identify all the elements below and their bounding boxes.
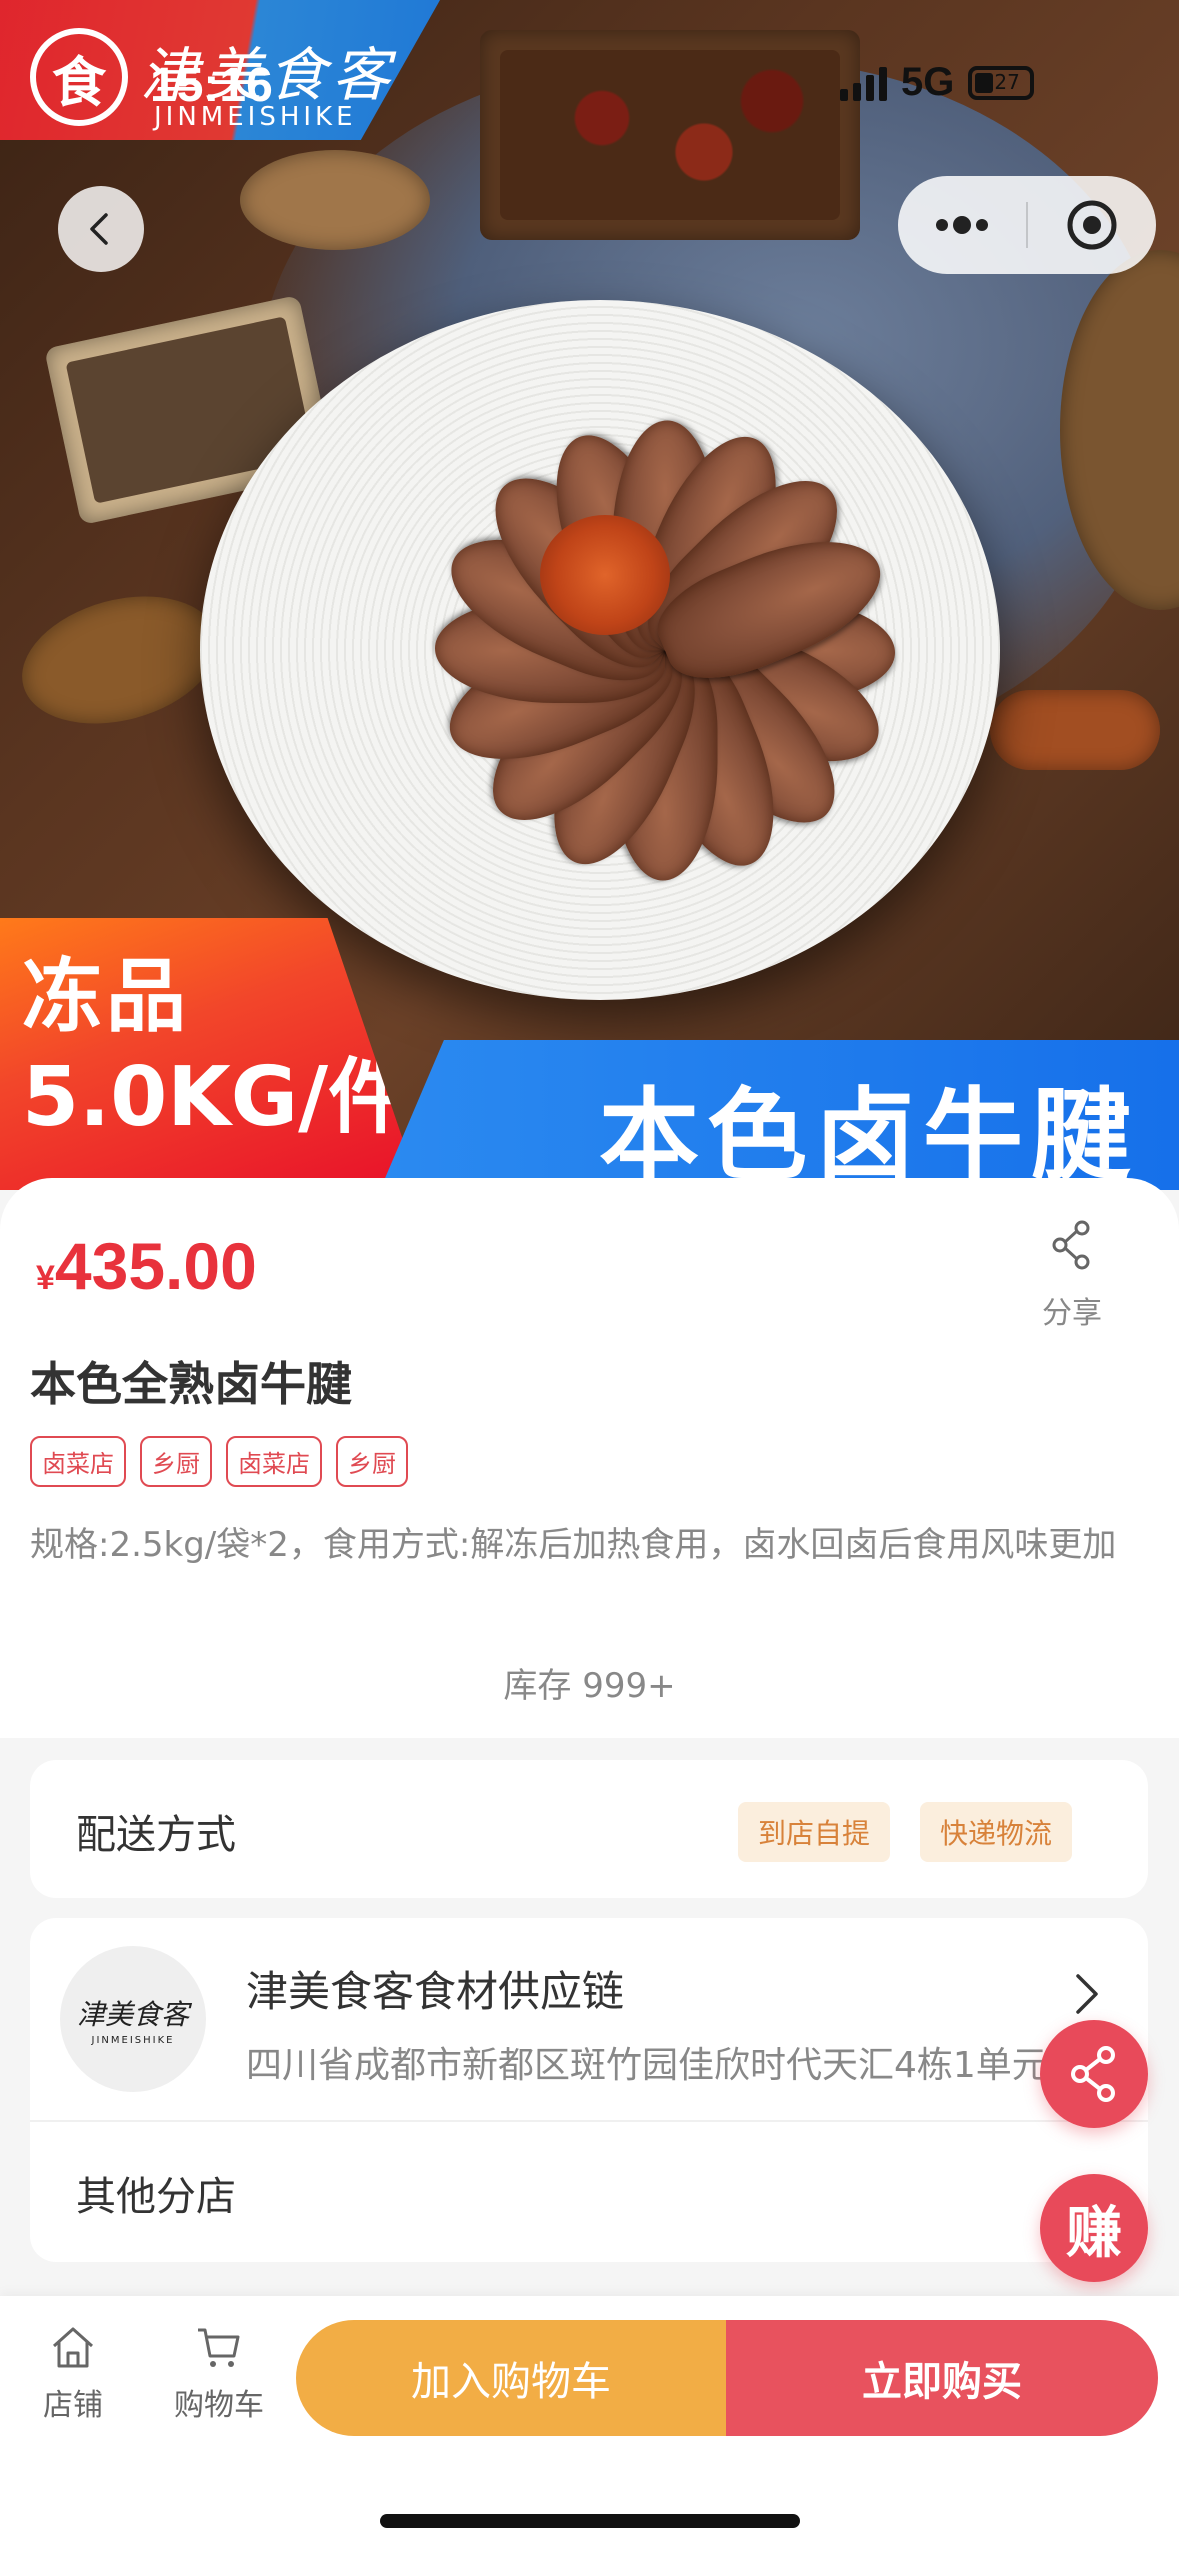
- promo-banner-right: 本色卤牛腱: [380, 1040, 1179, 1190]
- product-tag: 乡厨: [336, 1436, 408, 1487]
- more-dots-icon: [936, 216, 988, 234]
- product-tags: 卤菜店 乡厨 卤菜店 乡厨: [30, 1436, 408, 1487]
- hero-board-handle: [990, 690, 1160, 770]
- beef-slices: [415, 400, 915, 900]
- price-value: 435.00: [54, 1229, 257, 1303]
- back-button[interactable]: [58, 186, 144, 272]
- share-icon: [1071, 2046, 1115, 2102]
- product-tag: 乡厨: [140, 1436, 212, 1487]
- promo-product-name: 本色卤牛腱: [599, 1077, 1139, 1190]
- home-icon: [52, 2327, 94, 2368]
- stock-count: 库存 999+: [503, 1666, 676, 1706]
- store-divider: [30, 2120, 1148, 2122]
- promo-badge-left: 冻品 5.0KG/件: [0, 918, 420, 1190]
- nav-store[interactable]: 店铺: [18, 2322, 128, 2424]
- hero-spice-tray: [480, 30, 860, 240]
- hero-wood-stand: [240, 150, 430, 250]
- product-hero-image[interactable]: 食 津美食客 JINMEISHIKE 15:16 5G 27 冻品 5.0KG/…: [0, 0, 1179, 1190]
- hero-chili-center: [540, 515, 670, 635]
- store-avatar: 津美食客 JINMEISHIKE: [60, 1946, 206, 2092]
- target-close-icon: [1067, 200, 1117, 250]
- nav-store-label: 店铺: [43, 2388, 103, 2423]
- status-indicators: 5G 27: [840, 60, 1035, 105]
- share-icon: [1052, 1220, 1090, 1270]
- delivery-option-pickup[interactable]: 到店自提: [737, 1802, 890, 1862]
- cart-icon: [198, 2328, 240, 2367]
- share-label: 分享: [1042, 1296, 1102, 1331]
- promo-weight: 5.0KG/件: [22, 1050, 411, 1145]
- add-to-cart-button[interactable]: 加入购物车: [296, 2320, 726, 2436]
- hero-spoon: [7, 576, 233, 744]
- nav-cart[interactable]: 购物车: [164, 2322, 274, 2424]
- delivery-label: 配送方式: [76, 1812, 236, 1858]
- chevron-left-icon: [90, 213, 108, 245]
- earn-button[interactable]: 赚: [1040, 2174, 1148, 2282]
- product-description: 规格:2.5kg/袋*2，食用方式:解冻后加热食用，卤水回卤后食用风味更加: [30, 1525, 1117, 1565]
- more-button[interactable]: [898, 176, 1026, 274]
- floating-share-button[interactable]: [1040, 2020, 1148, 2128]
- product-title: 本色全熟卤牛腱: [30, 1357, 352, 1411]
- delivery-option-express[interactable]: 快递物流: [919, 1802, 1072, 1862]
- product-tag: 卤菜店: [226, 1436, 322, 1487]
- share-button[interactable]: 分享: [1030, 1220, 1114, 1332]
- product-info-card: ¥435.00 分享 本色全熟卤牛腱 卤菜店 乡厨 卤菜店 乡厨 规格:2.5k…: [0, 1178, 1179, 1738]
- store-address: 四川省成都市新都区斑竹园佳欣时代天汇4栋1单元: [246, 2045, 1048, 2086]
- signal-icon: [840, 65, 887, 101]
- battery-icon: 27: [968, 65, 1035, 100]
- store-avatar-cn: 津美食客: [76, 1997, 189, 2031]
- delivery-options: 到店自提 快递物流: [737, 1802, 1072, 1862]
- chevron-right-icon[interactable]: [1070, 1970, 1102, 2018]
- status-time: 15:16: [150, 59, 273, 112]
- other-branches-link[interactable]: 其他分店: [76, 2164, 236, 2222]
- network-type: 5G: [901, 60, 955, 104]
- store-avatar-en: JINMEISHIKE: [91, 2034, 175, 2046]
- close-mini-program-button[interactable]: [1028, 176, 1156, 274]
- currency-symbol: ¥: [36, 1259, 55, 1297]
- home-indicator: [380, 2514, 800, 2528]
- store-section: 津美食客 JINMEISHIKE 津美食客食材供应链 四川省成都市新都区斑竹园佳…: [30, 1918, 1148, 2262]
- store-name[interactable]: 津美食客食材供应链: [246, 1958, 624, 2019]
- buy-now-button[interactable]: 立即购买: [726, 2320, 1158, 2436]
- delivery-section: 配送方式 到店自提 快递物流: [30, 1760, 1148, 1898]
- battery-level: 27: [994, 69, 1020, 94]
- product-tag: 卤菜店: [30, 1436, 126, 1487]
- product-price: ¥435.00: [36, 1228, 257, 1304]
- brand-seal-icon: 食: [30, 28, 128, 126]
- mini-program-capsule: [898, 176, 1156, 274]
- nav-cart-label: 购物车: [174, 2388, 264, 2423]
